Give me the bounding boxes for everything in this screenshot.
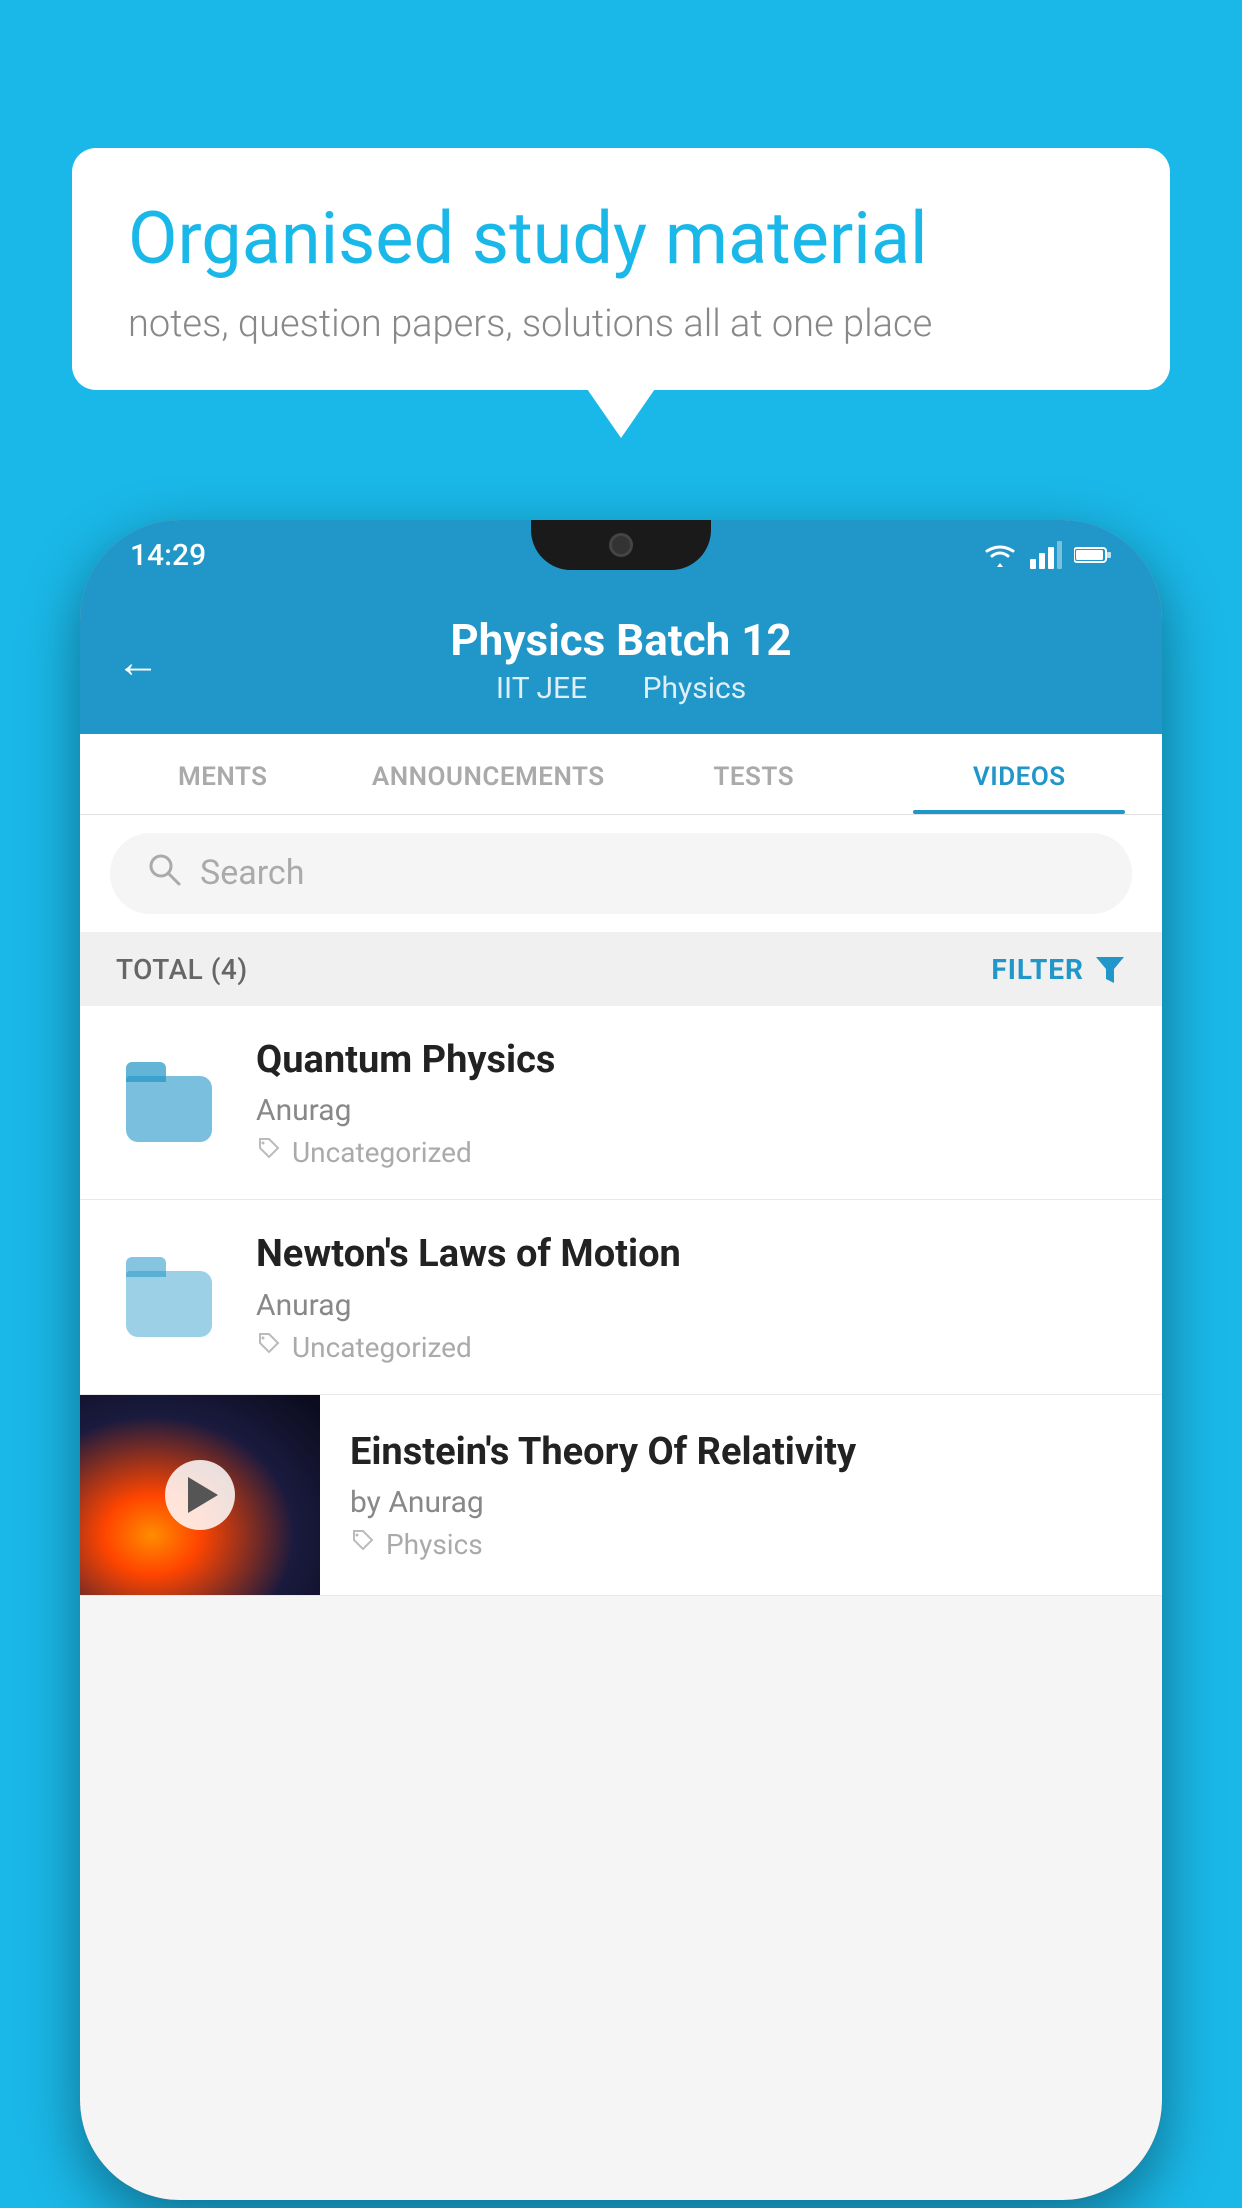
tag-icon xyxy=(256,1136,282,1169)
video-thumbnail xyxy=(80,1395,320,1595)
video-title: Newton's Laws of Motion xyxy=(256,1230,1126,1279)
folder-icon-container xyxy=(116,1257,226,1337)
filter-button[interactable]: FILTER xyxy=(991,953,1126,986)
tab-ments[interactable]: MENTS xyxy=(90,734,356,814)
filter-label: FILTER xyxy=(991,953,1084,986)
video-info: Quantum Physics Anurag Uncategorized xyxy=(256,1036,1126,1169)
notch xyxy=(531,520,711,570)
video-tag: Uncategorized xyxy=(256,1331,1126,1364)
folder-body xyxy=(126,1271,212,1337)
video-title: Quantum Physics xyxy=(256,1036,1126,1085)
folder-icon xyxy=(126,1257,216,1337)
camera xyxy=(609,533,633,557)
tag-label: Physics xyxy=(386,1528,483,1561)
list-item[interactable]: Quantum Physics Anurag Uncategorized xyxy=(80,1006,1162,1200)
play-button[interactable] xyxy=(165,1460,235,1530)
video-tag: Physics xyxy=(350,1528,1132,1561)
tag-icon xyxy=(350,1528,376,1561)
content-area: Search TOTAL (4) FILTER xyxy=(80,815,1162,1596)
folder-icon xyxy=(126,1062,216,1142)
video-tag: Uncategorized xyxy=(256,1136,1126,1169)
list-item[interactable]: Newton's Laws of Motion Anurag Uncategor… xyxy=(80,1200,1162,1394)
tag-icon xyxy=(256,1331,282,1364)
video-list: Quantum Physics Anurag Uncategorized xyxy=(80,1006,1162,1596)
search-input[interactable]: Search xyxy=(200,853,304,893)
tab-tests[interactable]: TESTS xyxy=(621,734,887,814)
status-time: 14:29 xyxy=(130,538,206,573)
back-button[interactable]: ← xyxy=(116,636,160,688)
list-item[interactable]: Einstein's Theory Of Relativity by Anura… xyxy=(80,1395,1162,1596)
app-subtitle: IIT JEE Physics xyxy=(120,671,1122,706)
app-title: Physics Batch 12 xyxy=(120,614,1122,667)
tag-label: Uncategorized xyxy=(292,1331,472,1364)
subtitle-part1: IIT JEE xyxy=(496,671,587,706)
phone-screen: 14:29 xyxy=(80,520,1162,2200)
subtitle-part2: Physics xyxy=(643,671,747,706)
tab-announcements[interactable]: ANNOUNCEMENTS xyxy=(356,734,622,814)
total-count: TOTAL (4) xyxy=(116,953,248,986)
search-box[interactable]: Search xyxy=(110,833,1132,914)
video-info: Einstein's Theory Of Relativity by Anura… xyxy=(320,1404,1162,1585)
video-author: Anurag xyxy=(256,1288,1126,1323)
video-author: by Anurag xyxy=(350,1485,1132,1520)
search-container: Search xyxy=(80,815,1162,933)
app-header: ← Physics Batch 12 IIT JEE Physics xyxy=(80,590,1162,734)
filter-funnel-icon xyxy=(1094,953,1126,985)
filter-bar: TOTAL (4) FILTER xyxy=(80,933,1162,1006)
phone-frame: 14:29 xyxy=(80,520,1162,2200)
video-info: Newton's Laws of Motion Anurag Uncategor… xyxy=(256,1230,1126,1363)
folder-body xyxy=(126,1076,212,1142)
video-author: Anurag xyxy=(256,1093,1126,1128)
battery-icon xyxy=(1074,545,1112,565)
video-title: Einstein's Theory Of Relativity xyxy=(350,1428,1132,1477)
play-icon xyxy=(188,1477,218,1513)
status-bar: 14:29 xyxy=(80,520,1162,590)
tab-videos[interactable]: VIDEOS xyxy=(887,734,1153,814)
search-icon xyxy=(146,851,182,896)
speech-bubble: Organised study material notes, question… xyxy=(72,148,1170,390)
bubble-subtitle: notes, question papers, solutions all at… xyxy=(128,302,1114,346)
tag-label: Uncategorized xyxy=(292,1136,472,1169)
folder-icon-container xyxy=(116,1062,226,1142)
tabs-bar: MENTS ANNOUNCEMENTS TESTS VIDEOS xyxy=(80,734,1162,815)
signal-icon xyxy=(1030,541,1062,569)
status-icons xyxy=(982,541,1112,569)
wifi-icon xyxy=(982,541,1018,569)
bubble-title: Organised study material xyxy=(128,196,1114,282)
